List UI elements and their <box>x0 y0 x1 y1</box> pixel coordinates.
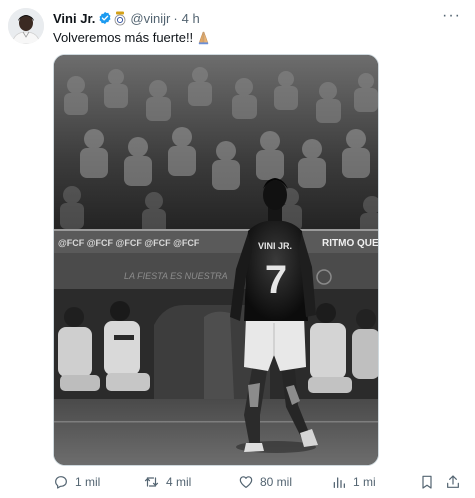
bookmark-button[interactable] <box>419 472 435 492</box>
separator-dot: · <box>173 10 178 26</box>
tweet-header: Vini Jr. @vinijr · 4 h <box>53 9 200 27</box>
folded-hands-emoji-icon <box>196 30 211 45</box>
verified-badge-icon <box>98 11 112 25</box>
avatar[interactable] <box>8 8 44 44</box>
heart-icon <box>238 474 254 490</box>
tweet-card[interactable]: Vini Jr. @vinijr · 4 h ··· Volveremos má… <box>0 0 475 498</box>
repost-count: 4 mil <box>166 475 192 489</box>
views-button[interactable]: 1 mi <box>331 472 376 492</box>
reply-button[interactable]: 1 mil <box>53 472 100 492</box>
tweet-text-body: Volveremos más fuerte!! <box>53 30 194 45</box>
repost-button[interactable]: 4 mil <box>143 472 191 492</box>
author-name[interactable]: Vini Jr. <box>53 11 95 26</box>
reply-count: 1 mil <box>75 475 101 489</box>
tweet-photo[interactable]: @FCF @FCF @FCF @FCF @FCF RITMO QUE LA FI… <box>53 54 379 466</box>
banner-text-right: RITMO QUE <box>322 238 379 249</box>
like-button[interactable]: 80 mil <box>238 472 292 492</box>
views-chart-icon <box>331 474 347 490</box>
banner-text-left: @FCF @FCF @FCF @FCF @FCF <box>58 238 200 248</box>
jersey-number: 7 <box>265 258 287 302</box>
bookmark-icon <box>419 474 435 490</box>
share-button[interactable] <box>445 472 461 492</box>
views-count: 1 mi <box>353 475 376 489</box>
timestamp[interactable]: 4 h <box>182 11 200 26</box>
author-handle[interactable]: @vinijr <box>130 11 170 26</box>
tweet-text: Volveremos más fuerte!! <box>53 30 211 45</box>
club-crest-icon[interactable] <box>114 11 126 26</box>
repost-icon <box>143 474 160 490</box>
reply-icon <box>53 474 69 490</box>
jersey-name: VINI JR. <box>258 241 292 251</box>
more-options-icon[interactable]: ··· <box>442 8 461 24</box>
action-bar: 1 mil 4 mil 80 mil 1 mi <box>53 472 461 492</box>
like-count: 80 mil <box>260 475 293 489</box>
share-icon <box>445 474 461 490</box>
wall-text: LA FIESTA ES NUESTRA <box>124 271 228 281</box>
